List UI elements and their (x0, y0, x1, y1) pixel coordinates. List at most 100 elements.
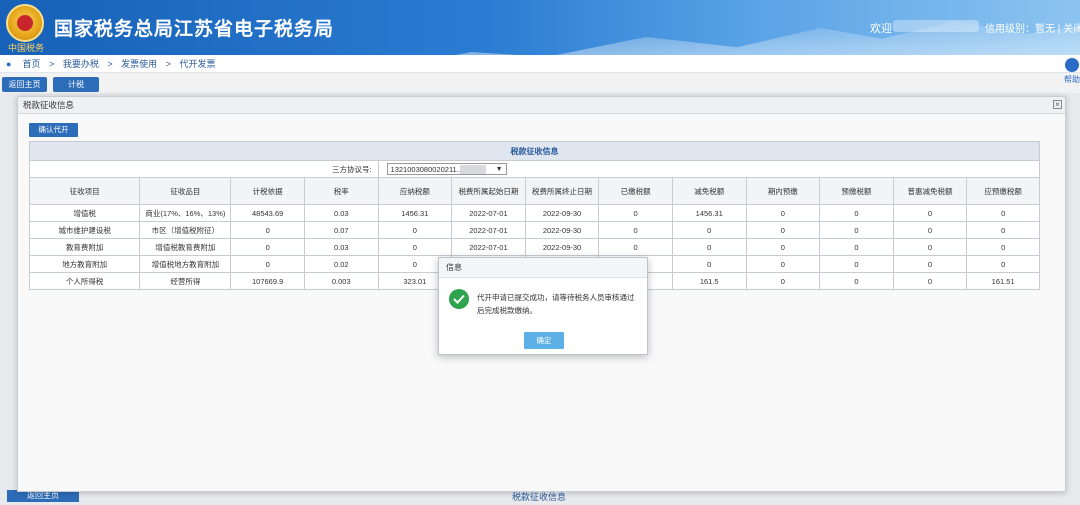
breadcrumb-invoice[interactable]: 发票使用 (121, 59, 157, 69)
redaction-mask (459, 165, 486, 174)
section-title: 税款征收信息 (29, 141, 1040, 161)
col-header: 税率 (303, 177, 379, 205)
background-toolbar: 返回主页 计税 (0, 75, 1080, 93)
table-cell: 0 (892, 272, 968, 290)
table-cell: 2022-09-30 (524, 204, 600, 222)
col-header: 税费所属终止日期 (524, 177, 600, 205)
success-check-icon (449, 289, 469, 309)
table-cell: 0 (819, 255, 894, 273)
ok-button[interactable]: 确定 (524, 332, 564, 349)
table-cell: 0 (819, 272, 894, 290)
table-cell: 0 (598, 221, 673, 239)
table-cell: 增值税教育费附加 (139, 238, 232, 256)
header-banner-mountain (380, 20, 1080, 55)
table-cell: 107669.9 (230, 272, 305, 290)
agreement-label: 三方协议号: (29, 160, 379, 178)
table-cell: 商业(17%、16%、13%) (139, 204, 232, 222)
table-cell: 2022-07-01 (451, 221, 526, 239)
col-header: 普惠减免税额 (892, 177, 968, 205)
table-row: 城市维护建设税 市区（增值税附征） 0 0.07 0 2022-07-01 2022-09-… (28, 221, 1040, 239)
tax-emblem-icon (6, 4, 44, 42)
table-cell: 0 (377, 221, 453, 239)
table-cell: 0 (671, 238, 747, 256)
table-cell: 0 (230, 221, 305, 239)
back-home-button[interactable]: 返回主页 (2, 77, 47, 92)
chevron-down-icon: ▼ (495, 166, 503, 173)
table-cell: 0 (966, 238, 1040, 256)
table-cell: 0 (892, 221, 968, 239)
table-cell: 0 (745, 204, 821, 222)
table-cell: 0.03 (303, 238, 379, 256)
table-cell: 2022-09-30 (524, 238, 600, 256)
col-header: 预缴税额 (819, 177, 894, 205)
info-dialog-title: 信息 (439, 258, 647, 278)
table-cell: 个人所得税 (28, 272, 141, 290)
table-cell: 0 (745, 255, 821, 273)
table-cell: 0 (230, 238, 305, 256)
col-header: 应预缴税额 (966, 177, 1040, 205)
table-cell: 0 (892, 204, 968, 222)
info-dialog: 信息 代开申请已提交成功，请等待税务人员审核通过后完成税款缴纳。 确定 (438, 257, 648, 355)
col-header: 期内预缴 (745, 177, 821, 205)
table-cell: 增值税地方教育附加 (139, 255, 232, 273)
table-cell: 0.003 (303, 272, 379, 290)
user-info[interactable]: 信用级别：暂无 | 关闭 (985, 20, 1080, 35)
col-header: 减免税额 (671, 177, 747, 205)
table-cell: 2022-09-30 (524, 221, 600, 239)
calc-tax-button[interactable]: 计税 (53, 77, 99, 92)
col-header: 征收项目 (28, 177, 141, 205)
table-cell: 0 (230, 255, 305, 273)
site-title: 国家税务总局江苏省电子税务局 (54, 19, 335, 40)
seal-text: 中国税务 (8, 44, 45, 54)
table-cell: 0 (819, 221, 894, 239)
breadcrumb-home[interactable]: 首页 (23, 59, 41, 69)
help-icon[interactable]: 帮助 (1064, 58, 1080, 92)
table-cell: 0 (745, 221, 821, 239)
location-pin-icon: ● (6, 59, 12, 69)
agreement-value: 1321003080020211... (390, 165, 463, 174)
col-header: 应纳税额 (377, 177, 453, 205)
table-cell: 48543.69 (230, 204, 305, 222)
table-cell: 市区（增值税附征） (139, 221, 232, 239)
table-header-row: 征收项目 征收品目 计税依据 税率 应纳税额 税费所属起始日期 税费所属终止日期… (28, 177, 1040, 205)
table-cell: 0 (892, 255, 968, 273)
agreement-select[interactable]: 1321003080020211... ▼ (386, 163, 507, 175)
table-row: 教育费附加 增值税教育费附加 0 0.03 0 2022-07-01 2022-09-30 0… (28, 238, 1040, 256)
breadcrumb-tax[interactable]: 我要办税 (63, 59, 99, 69)
table-cell: 1456.31 (671, 204, 747, 222)
close-icon[interactable]: × (1053, 100, 1062, 109)
username-blurred (893, 20, 979, 32)
table-cell: 城市维护建设税 (28, 221, 141, 239)
table-cell: 0 (966, 255, 1040, 273)
table-cell: 0 (377, 238, 453, 256)
info-message: 代开申请已提交成功，请等待税务人员审核通过后完成税款缴纳。 (477, 293, 635, 315)
table-cell: 2022-07-01 (451, 238, 526, 256)
col-header: 已缴税额 (598, 177, 673, 205)
breadcrumb-sep: > (107, 59, 113, 69)
confirm-issue-button[interactable]: 确认代开 (29, 123, 78, 137)
table-cell: 0 (598, 204, 673, 222)
table-cell: 1456.31 (377, 204, 453, 222)
table-cell: 0 (745, 238, 821, 256)
site-header: 中国税务 国家税务总局江苏省电子税务局 欢迎 信用级别：暂无 | 关闭 (0, 0, 1080, 55)
breadcrumb-current: 代开发票 (179, 59, 216, 69)
table-cell: 教育费附加 (28, 238, 141, 256)
col-header: 征收品目 (139, 177, 232, 205)
table-cell: 0 (671, 255, 747, 273)
table-cell: 0 (892, 238, 968, 256)
table-cell: 经营所得 (139, 272, 232, 290)
col-header: 税费所属起始日期 (451, 177, 526, 205)
breadcrumb: ● 首页 > 我要办税 > 发票使用 > 代开发票 (0, 55, 1080, 73)
table-cell: 0 (745, 272, 821, 290)
table-cell: 0 (966, 221, 1040, 239)
breadcrumb-sep: > (49, 59, 55, 69)
table-cell: 地方教育附加 (28, 255, 141, 273)
table-cell: 2022-07-01 (451, 204, 526, 222)
breadcrumb-sep: > (165, 59, 171, 69)
table-cell: 161.51 (966, 272, 1040, 290)
table-cell: 0 (819, 238, 894, 256)
table-cell: 161.5 (671, 272, 747, 290)
welcome-text: 欢迎 (870, 23, 892, 35)
table-row: 增值税 商业(17%、16%、13%) 48543.69 0.03 1456.31 202… (28, 204, 1040, 222)
table-cell: 0 (598, 238, 673, 256)
